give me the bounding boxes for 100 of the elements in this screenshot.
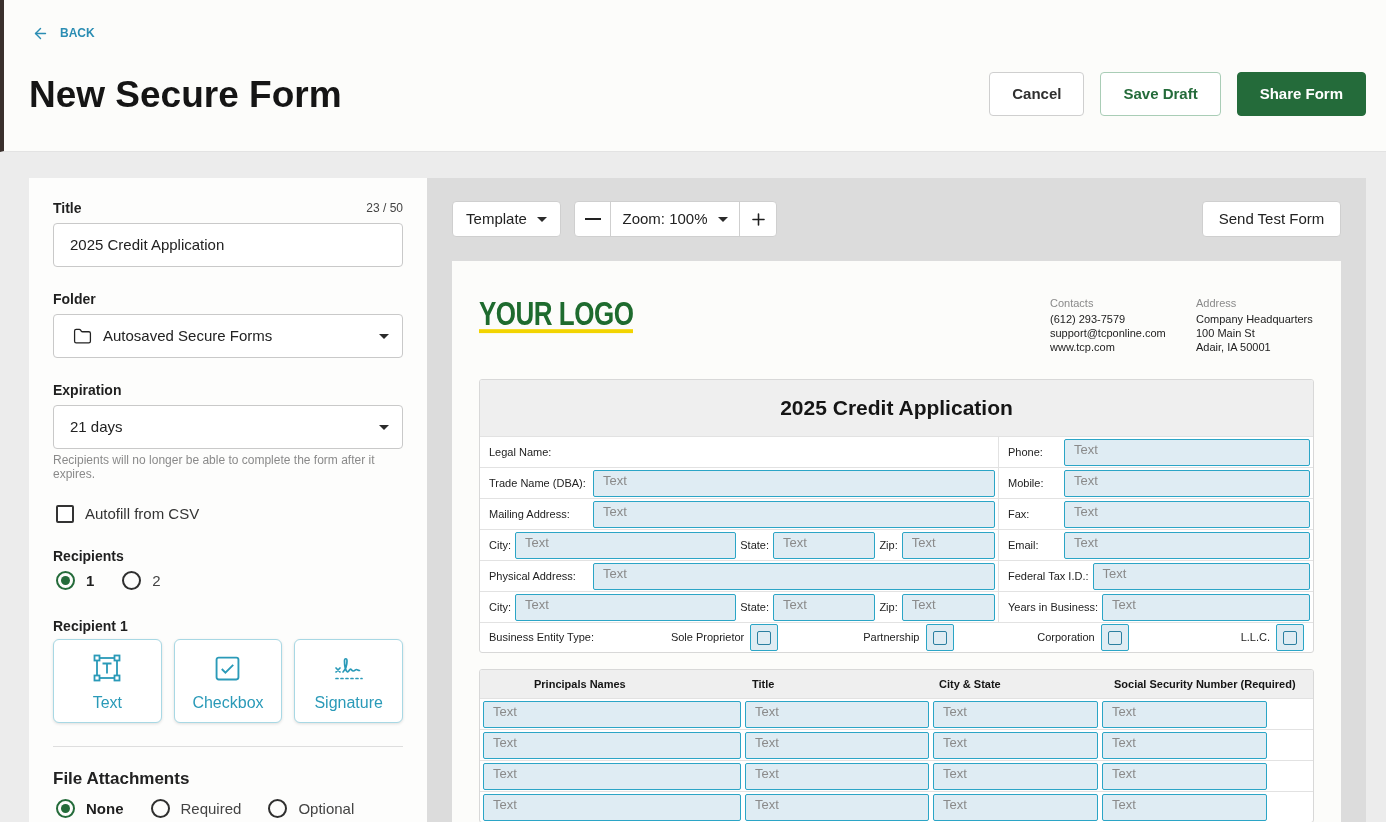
radio-button[interactable] — [122, 571, 142, 591]
text-field[interactable]: Text — [933, 793, 1098, 821]
radio-button[interactable] — [268, 799, 288, 819]
form-label: Federal Tax I.D.: — [1008, 568, 1089, 584]
caret-icon — [717, 216, 728, 222]
text-field[interactable]: Text — [1102, 700, 1267, 728]
text-field[interactable]: Text — [1064, 500, 1310, 528]
form-label: Business Entity Type: — [489, 630, 595, 646]
checkbox[interactable] — [1283, 630, 1297, 645]
form-label: State: — [740, 537, 769, 553]
text-field[interactable]: Text — [1092, 562, 1310, 590]
text-field[interactable]: Text — [483, 793, 741, 821]
caret-icon — [536, 216, 547, 222]
radio-label: None — [86, 798, 124, 819]
form-label: State: — [740, 599, 769, 615]
folder-select[interactable]: Autosaved Secure Forms — [53, 314, 403, 358]
text-field[interactable]: Text — [773, 593, 876, 621]
field-label: Folder — [53, 290, 97, 307]
text-field[interactable]: Text — [933, 731, 1098, 759]
text-field[interactable]: Text — [745, 700, 929, 728]
header-button[interactable]: Save Draft — [1100, 72, 1221, 116]
text-field[interactable]: Text — [1102, 762, 1267, 790]
form-label: City: — [489, 599, 511, 615]
field-tool-button[interactable]: Text — [53, 639, 162, 723]
text-field[interactable]: Text — [483, 700, 741, 728]
column-header: Social Security Number (Required) — [1113, 676, 1297, 692]
text-field[interactable]: Text — [1102, 793, 1267, 821]
header-button[interactable]: Cancel — [989, 72, 1085, 116]
title-input[interactable]: 2025 Credit Application — [53, 223, 403, 267]
text-field[interactable]: Text — [1102, 593, 1310, 621]
caret-icon — [379, 333, 389, 339]
contact-heading: Contacts — [1050, 296, 1095, 310]
text-field[interactable]: Text — [515, 531, 737, 559]
character-counter: 23 / 50 — [366, 200, 403, 217]
form-label: Zip: — [879, 537, 898, 553]
checkbox[interactable] — [56, 505, 74, 524]
checkbox-icon — [215, 655, 241, 681]
text-field[interactable]: Text — [593, 469, 995, 497]
form-label: Partnership — [863, 630, 920, 646]
zoom-dropdown[interactable]: Zoom: 100% — [611, 202, 740, 236]
minus-icon — [584, 218, 601, 220]
contact-line: www.tcp.com — [1050, 340, 1116, 354]
caret-icon — [379, 424, 389, 430]
column-header: Title — [751, 676, 776, 692]
text-field[interactable]: Text — [745, 793, 929, 821]
form-label: Fax: — [1008, 506, 1031, 522]
contact-heading: Address — [1196, 296, 1238, 310]
radio-label: Required — [180, 798, 242, 819]
expiration-select[interactable]: 21 days — [53, 405, 403, 449]
helper-text: Recipients will no longer be able to complete the form after it expires. — [53, 453, 376, 481]
send-test-button[interactable]: Send Test Form — [1202, 201, 1341, 237]
text-field[interactable]: Text — [773, 531, 876, 559]
radio-button[interactable] — [56, 571, 75, 591]
contact-line: Company Headquarters — [1196, 312, 1314, 326]
text-field[interactable]: Text — [933, 762, 1098, 790]
text-field[interactable]: Text — [515, 593, 737, 621]
header-button[interactable]: Share Form — [1236, 72, 1366, 116]
form-label: Phone: — [1008, 444, 1044, 460]
template-dropdown[interactable]: Template — [452, 201, 561, 237]
form-label: Email: — [1008, 537, 1040, 553]
radio-button[interactable] — [56, 799, 75, 819]
text-field[interactable]: Text — [1064, 438, 1310, 466]
text-field[interactable]: Text — [1064, 469, 1310, 497]
signature-icon — [333, 655, 364, 681]
page-title: New Secure Form — [29, 75, 342, 113]
form-label: City: — [489, 537, 511, 553]
radio-label: Optional — [298, 798, 355, 819]
form-title: 2025 Credit Application — [780, 395, 1013, 422]
form-label: Zip: — [879, 599, 898, 615]
text-field[interactable]: Text — [745, 762, 929, 790]
text-field[interactable]: Text — [933, 700, 1098, 728]
text-field[interactable]: Text — [483, 731, 741, 759]
form-label: Legal Name: — [489, 444, 552, 460]
field-label: Recipient 1 — [53, 617, 129, 634]
text-field[interactable]: Text — [593, 562, 995, 590]
text-field[interactable]: Text — [483, 762, 741, 790]
field-tool-button[interactable]: Checkbox — [173, 639, 283, 723]
logo: YOUR LOGO — [479, 298, 634, 334]
form-label: Years in Business: — [1008, 599, 1099, 615]
checkbox[interactable] — [1107, 630, 1122, 645]
field-label: Expiration — [53, 381, 123, 398]
checkbox[interactable] — [932, 630, 947, 645]
checkbox[interactable] — [757, 630, 772, 645]
text-field[interactable]: Text — [901, 593, 995, 621]
column-header: Principals Names — [533, 676, 627, 692]
column-header: City & State — [938, 676, 1002, 692]
radio-label: 1 — [86, 570, 95, 591]
contact-line: Adair, IA 50001 — [1196, 340, 1272, 354]
folder-icon — [72, 326, 93, 346]
text-field[interactable]: Text — [593, 500, 995, 528]
text-field[interactable]: Text — [745, 731, 929, 759]
text-field[interactable]: Text — [1102, 731, 1267, 759]
back-link[interactable]: BACK — [32, 25, 95, 41]
text-field[interactable]: Text — [901, 531, 995, 559]
text-box-icon — [93, 654, 122, 682]
field-label: Title — [53, 198, 82, 218]
radio-button[interactable] — [150, 799, 170, 819]
field-tool-button[interactable]: Signature — [294, 639, 403, 723]
form-label: Mobile: — [1008, 475, 1045, 491]
text-field[interactable]: Text — [1064, 531, 1310, 559]
